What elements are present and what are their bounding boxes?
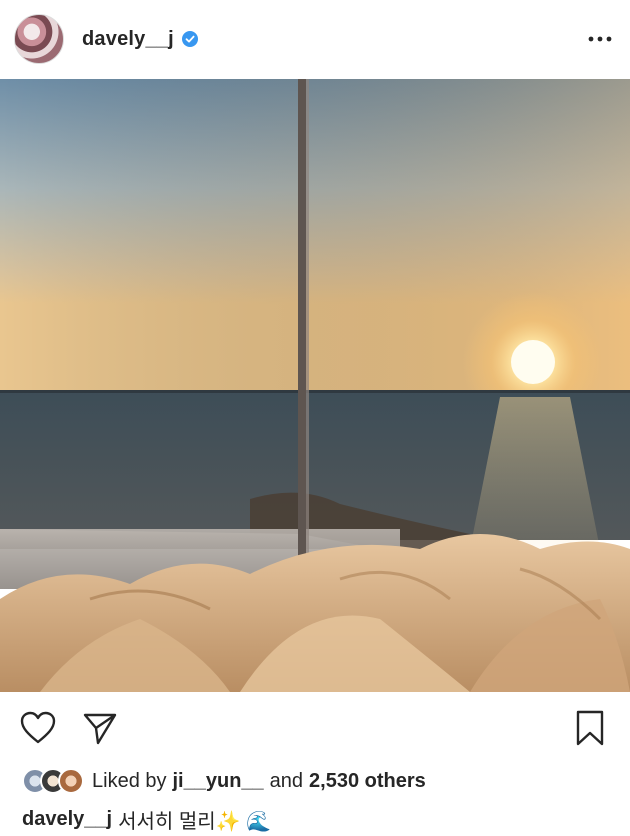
post-photo[interactable] (0, 79, 630, 692)
caption: davely__j 서서히 멀리✨ 🌊 (22, 804, 271, 834)
post-username[interactable]: davely__j (82, 28, 174, 51)
likes-summary: Liked by ji__yun__ and 2,530 others (22, 766, 426, 796)
avatar (58, 768, 84, 794)
avatar[interactable] (14, 14, 64, 64)
verified-badge-icon (181, 31, 198, 47)
paper-plane-icon[interactable] (80, 708, 120, 748)
caption-text: 서서히 멀리✨ 🌊 (118, 810, 271, 833)
action-bar (0, 692, 630, 762)
caption-username[interactable]: davely__j (22, 808, 112, 831)
bookmark-icon[interactable] (570, 708, 610, 748)
heart-icon[interactable] (18, 708, 58, 748)
likes-others[interactable]: 2,530 others (309, 770, 426, 793)
liker-avatars[interactable] (22, 768, 84, 794)
likes-middle: and (269, 769, 304, 792)
more-options-icon[interactable] (580, 27, 612, 51)
post-header: davely__j (0, 0, 630, 78)
likes-prefix: Liked by (92, 769, 167, 792)
liker-username[interactable]: ji__yun__ (173, 770, 264, 793)
